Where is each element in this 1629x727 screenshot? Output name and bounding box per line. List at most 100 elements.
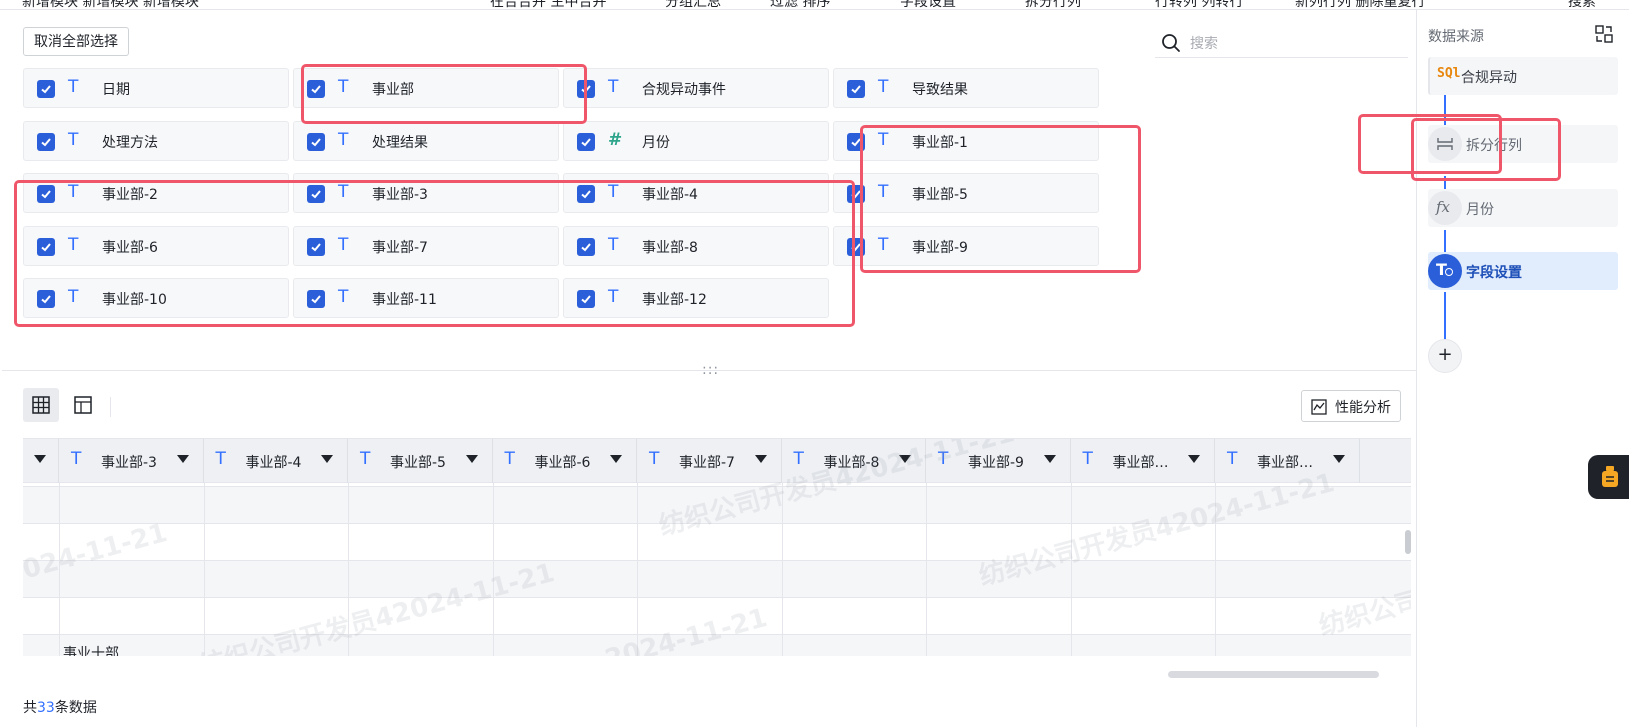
top-strip-item[interactable]: 在合合并 主中合并 [490, 0, 606, 9]
column-header[interactable]: T 事业部-9 [926, 439, 1071, 483]
chevron-down-icon[interactable] [1332, 455, 1345, 463]
pipeline-step-field-settings[interactable]: T 字段设置 [1428, 252, 1618, 290]
text-type-icon: T [1227, 449, 1238, 469]
table-cell[interactable]: 事业十部 [63, 643, 119, 656]
table-row [23, 524, 1411, 561]
field-item[interactable]: T 事业部-9 [833, 226, 1099, 266]
text-type-icon: T [878, 182, 889, 202]
add-step-button[interactable]: + [1428, 339, 1462, 373]
performance-chart-icon [1311, 399, 1327, 415]
pipeline-step-split[interactable]: 拆分行列 [1428, 125, 1618, 163]
top-strip-item[interactable]: 拆分行列 [1025, 0, 1081, 9]
table-row [23, 487, 1411, 524]
top-strip-item[interactable]: 新列行列 删除重复行 [1295, 0, 1425, 9]
checkbox-checked[interactable] [37, 133, 55, 151]
field-item[interactable]: # 月份 [563, 121, 829, 161]
field-item[interactable]: T 事业部-11 [293, 278, 559, 318]
field-item[interactable]: T 导致结果 [833, 68, 1099, 108]
column-header-label: 事业部-3 [101, 455, 157, 471]
performance-analysis-button[interactable]: 性能分析 [1301, 390, 1401, 422]
checkbox-checked[interactable] [307, 80, 325, 98]
text-type-icon: T [68, 235, 79, 255]
grid-view-button[interactable] [23, 388, 59, 422]
text-type-icon: T [878, 130, 889, 150]
field-item[interactable]: T 事业部-10 [23, 278, 289, 318]
checkbox-checked[interactable] [577, 133, 595, 151]
text-type-icon: T [68, 77, 79, 97]
layout-view-button[interactable] [65, 388, 101, 422]
field-item[interactable]: T 事业部-5 [833, 173, 1099, 213]
horizontal-scrollbar[interactable] [1168, 671, 1379, 678]
field-item[interactable]: T 事业部-8 [563, 226, 829, 266]
column-header[interactable]: T 事业部-5 [348, 439, 493, 483]
column-header-partial[interactable] [23, 439, 59, 483]
column-header[interactable]: T 事业部-7 [637, 439, 782, 483]
top-strip-item[interactable]: 新增模块 新增模块 新增模块 [22, 0, 199, 9]
chevron-down-icon[interactable] [465, 455, 478, 463]
layout-toggle-icon[interactable] [1594, 24, 1614, 44]
chevron-down-icon[interactable] [176, 455, 189, 463]
checkbox-checked[interactable] [847, 133, 865, 151]
chevron-down-icon[interactable] [899, 455, 911, 463]
top-strip-item[interactable]: 行转列 列转行 [1155, 0, 1243, 9]
field-item[interactable]: T 事业部-2 [23, 173, 289, 213]
column-header[interactable]: T 事业部-3 [59, 439, 204, 483]
checkbox-checked[interactable] [847, 185, 865, 203]
field-item[interactable]: T 事业部 [293, 68, 559, 108]
checkbox-checked[interactable] [37, 238, 55, 256]
field-item[interactable]: T 日期 [23, 68, 289, 108]
checkbox-checked[interactable] [847, 238, 865, 256]
checkbox-checked[interactable] [37, 185, 55, 203]
column-header[interactable]: T 事业部-8 [782, 439, 926, 483]
field-item[interactable]: T 事业部-6 [23, 226, 289, 266]
checkbox-checked[interactable] [577, 80, 595, 98]
top-strip-item[interactable]: 分组汇总 [665, 0, 721, 9]
field-item[interactable]: T 事业部-3 [293, 173, 559, 213]
column-header[interactable]: T 事业部-6 [493, 439, 637, 483]
pipeline-step-formula[interactable]: fx 月份 [1428, 189, 1618, 227]
checkbox-checked[interactable] [577, 185, 595, 203]
checkbox-checked[interactable] [307, 290, 325, 308]
checkbox-checked[interactable] [37, 290, 55, 308]
field-item[interactable]: T 事业部-7 [293, 226, 559, 266]
column-header-label: 事业部-4 [245, 455, 302, 471]
field-label: 事业部-1 [912, 135, 968, 151]
vertical-scrollbar[interactable] [1405, 530, 1411, 554]
top-strip-item[interactable]: 搜索 [1568, 0, 1596, 9]
chevron-down-icon[interactable] [754, 455, 767, 463]
field-item[interactable]: T 处理结果 [293, 121, 559, 161]
floating-assistant-button[interactable] [1588, 455, 1629, 499]
field-item[interactable]: T 事业部-12 [563, 278, 829, 318]
pipeline-connector [1444, 292, 1446, 340]
checkbox-checked[interactable] [307, 133, 325, 151]
chevron-down-icon[interactable] [34, 455, 46, 463]
chevron-down-icon[interactable] [1043, 455, 1056, 463]
field-search-input[interactable]: 搜索 [1155, 28, 1408, 58]
deselect-all-button[interactable]: 取消全部选择 [23, 27, 129, 56]
chevron-down-icon[interactable] [1188, 455, 1200, 463]
step-label: 拆分行列 [1466, 138, 1522, 154]
checkbox-checked[interactable] [37, 80, 55, 98]
checkbox-checked[interactable] [847, 80, 865, 98]
field-item[interactable]: T 合规异动事件 [563, 68, 829, 108]
field-item[interactable]: T 处理方法 [23, 121, 289, 161]
column-header[interactable]: T 事业部… [1071, 439, 1215, 483]
splitter-handle[interactable]: ::: [702, 362, 719, 378]
search-placeholder: 搜索 [1190, 36, 1218, 52]
top-strip-item[interactable]: 字段设置 [900, 0, 956, 9]
chevron-down-icon[interactable] [321, 455, 333, 463]
top-strip-item[interactable]: 过滤 排序 [770, 0, 830, 9]
checkbox-checked[interactable] [307, 238, 325, 256]
column-header[interactable]: T 事业部-4 [204, 439, 348, 483]
field-item[interactable]: T 事业部-4 [563, 173, 829, 213]
chevron-down-icon[interactable] [610, 455, 622, 463]
column-header-label: 事业部… [1257, 455, 1313, 471]
pipeline-step-source[interactable]: SQl 合规异动 [1428, 57, 1618, 95]
checkbox-checked[interactable] [307, 185, 325, 203]
column-header[interactable]: T 事业部… [1215, 439, 1360, 483]
checkbox-checked[interactable] [577, 290, 595, 308]
record-count-prefix: 共 [23, 700, 37, 716]
text-type-icon: T [68, 287, 79, 307]
checkbox-checked[interactable] [577, 238, 595, 256]
field-item[interactable]: T 事业部-1 [833, 121, 1099, 161]
